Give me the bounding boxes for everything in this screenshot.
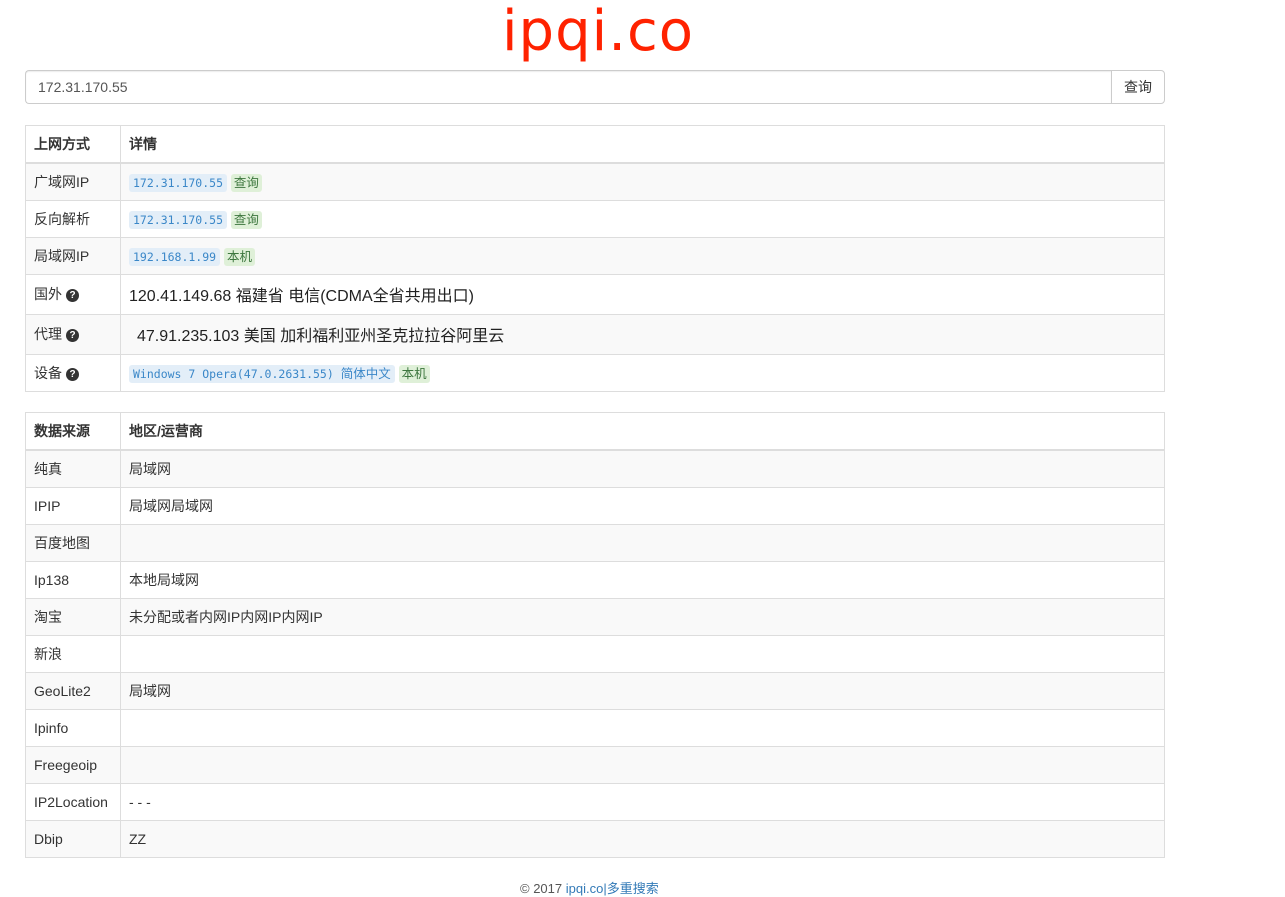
proxy-label: 代理 [34, 326, 62, 342]
wan-details: 172.31.170.55 查询 [120, 162, 1165, 201]
lan-local-badge: 本机 [223, 248, 255, 266]
source-name: 纯真 [25, 449, 121, 488]
table-row: IP2Location - - - [25, 782, 1165, 821]
query-button[interactable]: 查询 [1111, 70, 1165, 104]
header-access-method: 上网方式 [25, 125, 121, 164]
network-info-table: 上网方式 详情 广域网IP 172.31.170.55 查询 反向解析 172.… [25, 125, 1165, 392]
foreign-ip-info: 120.41.149.68 福建省 电信(CDMA全省共用出口) [129, 288, 474, 305]
ip-search-input[interactable] [25, 70, 1111, 104]
help-icon[interactable]: ? [66, 367, 79, 381]
table-row: 百度地图 [25, 523, 1165, 562]
wan-query-link[interactable]: 查询 [230, 174, 262, 193]
wan-ip: 172.31.170.55 [129, 174, 228, 193]
source-name: Freegeoip [25, 745, 121, 784]
footer: © 2017 ipqi.co|多重搜索 [520, 878, 659, 897]
foreign-details: 120.41.149.68 福建省 电信(CDMA全省共用出口) [120, 273, 1165, 315]
table-row-lan: 局域网IP 192.168.1.99 本机 [25, 236, 1165, 275]
lan-ip: 192.168.1.99 [129, 248, 221, 266]
source-region: 局域网局域网 [120, 486, 1165, 525]
search-bar: 查询 [25, 70, 1165, 104]
source-name: Dbip [25, 819, 121, 858]
wan-label: 广域网IP [25, 162, 121, 201]
device-details: Windows 7 Opera(47.0.2631.55) 简体中文 本机 [120, 353, 1165, 392]
table-row-foreign: 国外? 120.41.149.68 福建省 电信(CDMA全省共用出口) [25, 273, 1165, 315]
copyright-text: © 2017 [520, 881, 566, 896]
source-region [120, 634, 1165, 673]
device-local-badge: 本机 [398, 365, 430, 383]
site-logo[interactable]: ipqi.co [502, 0, 694, 66]
table-row: IPIP 局域网局域网 [25, 486, 1165, 525]
table-row-wan: 广域网IP 172.31.170.55 查询 [25, 162, 1165, 201]
table-row: Dbip ZZ [25, 819, 1165, 858]
proxy-label-cell: 代理? [25, 313, 121, 355]
lan-label: 局域网IP [25, 236, 121, 275]
help-icon[interactable]: ? [66, 289, 79, 302]
proxy-details: 47.91.235.103 美国 加利福利亚州圣克拉拉谷阿里云 [120, 313, 1165, 355]
source-region: 局域网 [120, 671, 1165, 710]
source-region [120, 745, 1165, 784]
source-region: ZZ [120, 819, 1165, 858]
data-source-table: 数据来源 地区/运营商 纯真 局域网 IPIP 局域网局域网 百度地图 Ip138 本… [25, 412, 1165, 858]
help-icon[interactable]: ? [66, 329, 79, 342]
lan-details: 192.168.1.99 本机 [120, 236, 1165, 275]
source-name: Ipinfo [25, 708, 121, 747]
table-row-reverse: 反向解析 172.31.170.55 查询 [25, 199, 1165, 238]
table-row: Ipinfo [25, 708, 1165, 747]
table-row: Freegeoip [25, 745, 1165, 784]
table-row: 新浪 [25, 634, 1165, 673]
source-name: 新浪 [25, 634, 121, 673]
source-region: - - - [120, 782, 1165, 821]
source-region [120, 523, 1165, 562]
foreign-label-cell: 国外? [25, 273, 121, 315]
source-name: 淘宝 [25, 597, 121, 636]
source-name: IPIP [25, 486, 121, 525]
user-agent: Windows 7 Opera(47.0.2631.55) 简体中文 [129, 365, 395, 383]
table-row: 淘宝 未分配或者内网IP内网IP内网IP [25, 597, 1165, 636]
table-row-proxy: 代理? 47.91.235.103 美国 加利福利亚州圣克拉拉谷阿里云 [25, 313, 1165, 355]
language: 简体中文 [340, 367, 391, 381]
header-details: 详情 [120, 125, 1165, 164]
proxy-ip-info: 47.91.235.103 美国 加利福利亚州圣克拉拉谷阿里云 [137, 328, 505, 345]
reverse-query-link[interactable]: 查询 [230, 211, 262, 229]
source-name: 百度地图 [25, 523, 121, 562]
reverse-details: 172.31.170.55 查询 [120, 199, 1165, 238]
table-row: Ip138 本地局域网 [25, 560, 1165, 599]
source-name: Ip138 [25, 560, 121, 599]
source-name: GeoLite2 [25, 671, 121, 710]
source-region: 局域网 [120, 449, 1165, 488]
source-region: 本地局域网 [120, 560, 1165, 599]
device-label: 设备 [34, 364, 62, 381]
footer-link[interactable]: ipqi.co|多重搜索 [566, 881, 659, 896]
source-name: IP2Location [25, 782, 121, 821]
header-region-isp: 地区/运营商 [120, 412, 1165, 451]
table-row: GeoLite2 局域网 [25, 671, 1165, 710]
table-row-device: 设备? Windows 7 Opera(47.0.2631.55) 简体中文 本… [25, 353, 1165, 392]
reverse-label: 反向解析 [25, 199, 121, 238]
header-data-source: 数据来源 [25, 412, 121, 451]
source-region [120, 708, 1165, 747]
reverse-ip: 172.31.170.55 [129, 211, 228, 229]
device-label-cell: 设备? [25, 353, 121, 392]
foreign-label: 国外 [34, 286, 62, 302]
table-row: 纯真 局域网 [25, 449, 1165, 488]
source-region: 未分配或者内网IP内网IP内网IP [120, 597, 1165, 636]
